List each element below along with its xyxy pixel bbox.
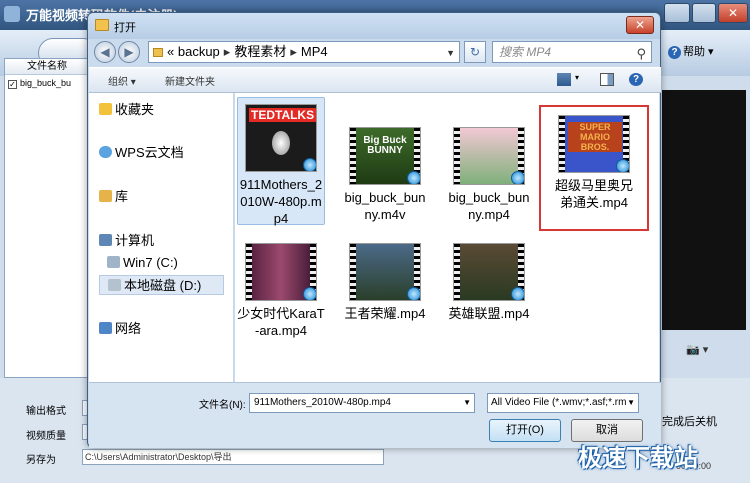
folder-icon xyxy=(95,19,109,31)
save-path-field[interactable]: C:\Users\Administrator\Desktop\导出 xyxy=(82,449,384,465)
background-close-button[interactable]: ✕ xyxy=(718,3,748,23)
snapshot-icon[interactable]: 📷 ▾ xyxy=(686,343,708,356)
nav-library[interactable]: 库 xyxy=(99,187,244,207)
nav-favorites[interactable]: 收藏夹 xyxy=(99,100,244,120)
network-icon xyxy=(99,322,112,334)
video-quality-label: 视频质量 xyxy=(26,431,66,442)
computer-icon xyxy=(99,234,112,246)
library-icon xyxy=(99,190,112,202)
command-bar: 组织 ▾ 新建文件夹 ▾ ? xyxy=(89,67,661,93)
breadcrumb-tutorial[interactable]: 教程素材 xyxy=(234,44,286,59)
nav-computer[interactable]: 计算机 xyxy=(99,231,244,251)
back-button[interactable]: ◀ xyxy=(94,41,116,63)
filename-label: 文件名(N): xyxy=(199,400,246,411)
open-button[interactable]: 打开(O) xyxy=(489,419,561,442)
output-format-label: 输出格式 xyxy=(26,406,66,417)
breadcrumb-mp4[interactable]: MP4 xyxy=(301,44,328,59)
open-dialog: 打开 ✕ ◀ ▶ « backup ▸ 教程素材 ▸ MP4 ▼ ↻ 搜索 MP4 ⚲ 组… xyxy=(87,12,661,448)
breadcrumb-backup[interactable]: backup xyxy=(178,44,220,59)
file-list-row[interactable]: ✓ big_buck_bu xyxy=(5,75,89,91)
forward-button[interactable]: ▶ xyxy=(118,41,140,63)
navigation-pane: 收藏夹 WPS云文档 库 计算机 Win7 (C:) 本地磁盘 (D:) 网络 xyxy=(89,93,234,382)
nav-drive-d[interactable]: 本地磁盘 (D:) xyxy=(99,275,224,295)
refresh-button[interactable]: ↻ xyxy=(464,41,486,63)
video-thumbnail: TEDTALKS xyxy=(245,104,317,172)
file-view: TEDTALKS 911Mothers_2010W-480p.mp4 Big B… xyxy=(235,93,659,382)
help-button[interactable]: ? 帮助 ▾ xyxy=(668,43,714,59)
file-item-highlighted[interactable]: SUPER MARIO BROS. 超级马里奥兄弟通关.mp4 xyxy=(539,105,649,231)
search-input[interactable]: 搜索 MP4 ⚲ xyxy=(492,41,652,63)
filename-input[interactable]: 911Mothers_2010W-480p.mp4 ▼ xyxy=(249,393,475,413)
checkbox[interactable]: ✓ xyxy=(8,80,17,89)
video-thumbnail xyxy=(453,243,525,301)
file-name: 超级马里奥兄弟通关.mp4 xyxy=(554,178,633,210)
video-thumbnail: SUPER MARIO BROS. xyxy=(558,115,630,173)
app-logo-icon xyxy=(4,6,20,22)
chevron-down-icon[interactable]: ▼ xyxy=(463,394,471,412)
save-as-label: 另存为 xyxy=(26,455,56,466)
nav-network[interactable]: 网络 xyxy=(99,319,244,339)
drive-icon xyxy=(107,256,120,268)
file-item[interactable]: big_buck_bunny.mp4 xyxy=(445,103,533,223)
file-list: 文件名称 ✓ big_buck_bu xyxy=(4,58,90,378)
help-icon: ? xyxy=(668,46,681,59)
nav-drive-c[interactable]: Win7 (C:) xyxy=(107,253,252,273)
file-list-header: 文件名称 xyxy=(5,59,89,75)
video-thumbnail: Big Buck BUNNY xyxy=(349,127,421,185)
watermark: 极速下载站 xyxy=(578,445,698,472)
chevron-down-icon[interactable]: ▼ xyxy=(446,43,455,63)
file-name: 英雄联盟.mp4 xyxy=(448,306,530,321)
dialog-footer: 文件名(N): 911Mothers_2010W-480p.mp4 ▼ All V… xyxy=(89,382,661,448)
file-name: 少女时代KaraT-ara.mp4 xyxy=(237,306,325,338)
video-thumbnail xyxy=(245,243,317,301)
file-item[interactable]: TEDTALKS 911Mothers_2010W-480p.mp4 xyxy=(237,97,325,226)
cloud-icon xyxy=(99,146,112,158)
minimize-button[interactable] xyxy=(664,3,690,23)
maximize-button[interactable] xyxy=(692,3,716,23)
address-bar[interactable]: « backup ▸ 教程素材 ▸ MP4 ▼ xyxy=(148,41,460,63)
file-name: big_buck_bunny.m4v xyxy=(344,190,426,222)
new-folder-button[interactable]: 新建文件夹 xyxy=(165,73,215,88)
drive-icon xyxy=(108,279,121,291)
shutdown-after-label[interactable]: 完成后关机 xyxy=(662,413,717,429)
file-name: 911Mothers_2010W-480p.mp4 xyxy=(239,177,323,226)
file-item[interactable]: 少女时代KaraT-ara.mp4 xyxy=(237,243,325,339)
video-thumbnail xyxy=(453,127,525,185)
dialog-titlebar: 打开 ✕ xyxy=(88,13,660,39)
file-item[interactable]: Big Buck BUNNY big_buck_bunny.m4v xyxy=(341,103,429,223)
help-icon[interactable]: ? xyxy=(629,73,643,86)
star-icon xyxy=(99,103,112,115)
preview-pane-icon[interactable] xyxy=(600,73,614,86)
view-dropdown-icon[interactable]: ▾ xyxy=(575,73,579,82)
dialog-title: 打开 xyxy=(114,22,136,34)
filetype-select[interactable]: All Video File (*.wmv;*.asf;*.rm ▼ xyxy=(487,393,639,413)
nav-wps-cloud[interactable]: WPS云文档 xyxy=(99,143,244,163)
file-name: big_buck_bunny.mp4 xyxy=(448,190,530,222)
file-item[interactable]: 王者荣耀.mp4 xyxy=(341,243,429,322)
chevron-down-icon[interactable]: ▼ xyxy=(627,394,635,412)
file-item[interactable]: 英雄联盟.mp4 xyxy=(445,243,533,322)
search-icon: ⚲ xyxy=(636,46,646,61)
dialog-close-button[interactable]: ✕ xyxy=(626,16,654,34)
view-options-icon[interactable] xyxy=(557,73,571,86)
folder-icon xyxy=(153,48,163,57)
organize-menu[interactable]: 组织 ▾ xyxy=(108,73,136,88)
video-thumbnail xyxy=(349,243,421,301)
video-preview xyxy=(662,90,746,330)
file-name: 王者荣耀.mp4 xyxy=(344,306,426,321)
